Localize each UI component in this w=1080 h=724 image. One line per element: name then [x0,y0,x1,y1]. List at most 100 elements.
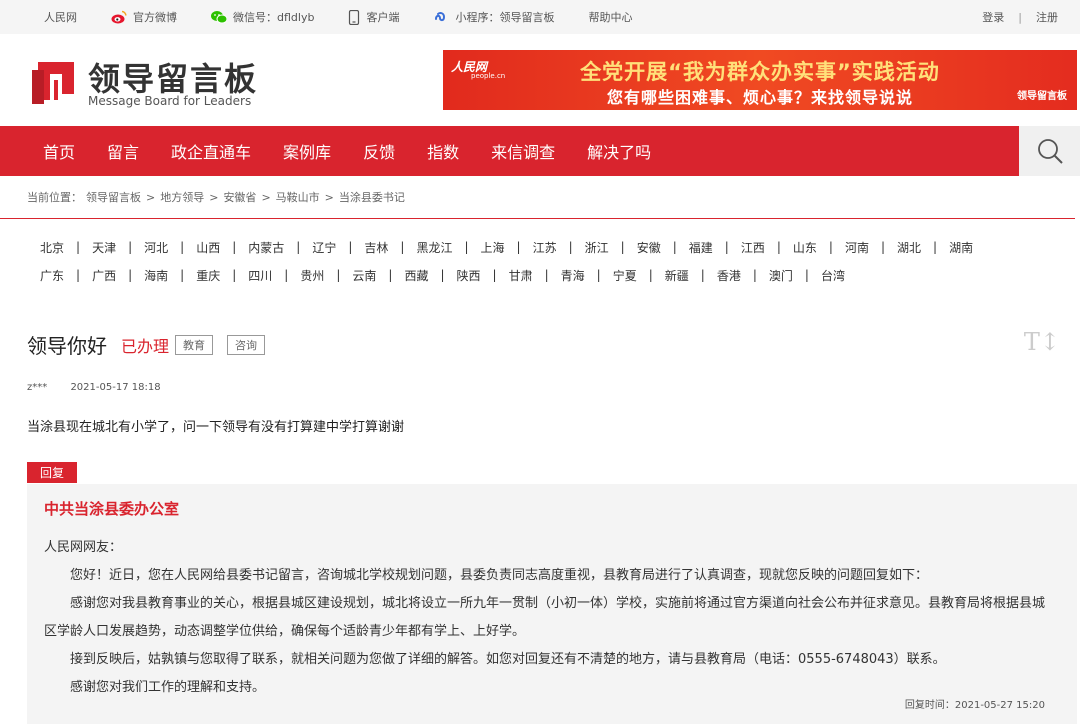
region-link[interactable]: 新疆 [665,267,689,284]
link-miniprogram[interactable]: 小程序：领导留言板 [433,9,554,25]
region-link[interactable]: 湖南 [949,239,973,256]
breadcrumb-separator: > [324,190,334,204]
region-link[interactable]: 海南 [144,267,168,284]
region-link[interactable]: 辽宁 [312,239,336,256]
region-separator: | [828,240,833,254]
link-people[interactable]: 人民网 [44,9,77,25]
nav-item-solved[interactable]: 解决了吗 [571,139,667,163]
region-separator: | [76,240,81,254]
region-link[interactable]: 贵州 [300,267,324,284]
region-link[interactable]: 香港 [717,267,741,284]
region-link[interactable]: 青海 [561,267,585,284]
phone-icon [349,9,360,25]
region-link[interactable]: 江苏 [533,239,557,256]
region-link[interactable]: 甘肃 [509,267,533,284]
region-row: 广东 | 广西 | 海南 | 重庆 | 四川 | 贵州 | 云南 | 西藏 | 陕西 | 甘肃 | 青海 | 宁夏 | 新疆 | 香… [40,261,1080,289]
weibo-icon [111,10,127,24]
nav-item-message[interactable]: 留言 [91,139,155,163]
question-header: 领导你好 已办理 教育 咨询 [27,330,266,359]
breadcrumb-item-current[interactable]: 当涂县委书记 [339,189,405,205]
font-size-toggle-icon[interactable]: T↕ [1024,328,1060,356]
link-weibo[interactable]: 官方微博 [111,9,177,25]
region-link[interactable]: 广东 [40,267,64,284]
auth-separator: | [1018,10,1022,24]
auth-links: 登录 | 注册 [982,0,1058,34]
nav-item-feedback[interactable]: 反馈 [347,139,411,163]
tag-education[interactable]: 教育 [175,334,214,355]
region-link[interactable]: 安徽 [637,239,661,256]
region-separator: | [672,240,677,254]
nav-item-cases[interactable]: 案例库 [267,139,347,163]
region-link[interactable]: 台湾 [821,267,845,284]
region-link[interactable]: 吉林 [364,239,388,256]
region-link[interactable]: 上海 [481,239,505,256]
reply-badge: 回复 [27,462,78,483]
breadcrumb-item[interactable]: 领导留言板 [86,189,141,205]
region-link[interactable]: 陕西 [457,267,481,284]
header: 领导留言板 Message Board for Leaders 人民网 peop… [0,34,1080,126]
search-button[interactable] [1019,126,1080,176]
region-link[interactable]: 河北 [144,239,168,256]
nav-item-enterprise[interactable]: 政企直通车 [155,139,267,163]
link-wechat[interactable]: 微信号：dfldlyb [211,9,314,25]
main-nav: 首页 留言 政企直通车 案例库 反馈 指数 来信调查 解决了吗 [0,126,1080,176]
link-label: 小程序：领导留言板 [455,11,555,24]
region-link[interactable]: 福建 [689,239,713,256]
logo-mark-icon [32,62,74,104]
region-list: 北京 | 天津 | 河北 | 山西 | 内蒙古 | 辽宁 | 吉林 | 黑龙江 | 上海 | 江苏 | 浙江 | 安徽 | 福建… [0,219,1080,289]
site-logo[interactable]: 领导留言板 Message Board for Leaders [28,52,268,112]
link-label: 微信号：dfldlyb [233,11,315,24]
breadcrumb-item[interactable]: 地方领导 [160,189,204,205]
nav-item-index[interactable]: 指数 [411,139,475,163]
question-body: 当涂县现在城北有小学了，问一下领导有没有打算建中学打算谢谢 [27,420,405,435]
reply-paragraph: 接到反映后，姑孰镇与您取得了联系，就相关问题为您做了详细的解答。如您对回复还有不… [70,652,946,667]
region-link[interactable]: 西藏 [404,267,428,284]
nav-items: 首页 留言 政企直通车 案例库 反馈 指数 来信调查 解决了吗 [27,126,667,176]
tag-consult[interactable]: 咨询 [227,334,266,355]
region-separator: | [348,240,353,254]
reply-time: 回复时间：2021-05-27 15:20 [904,700,1045,711]
region-link[interactable]: 云南 [352,267,376,284]
region-link[interactable]: 黑龙江 [416,239,452,256]
region-separator: | [568,240,573,254]
breadcrumb-separator: > [209,190,219,204]
region-separator: | [544,268,549,282]
region-link[interactable]: 内蒙古 [248,239,284,256]
region-link[interactable]: 山东 [793,239,817,256]
region-link[interactable]: 广西 [92,267,116,284]
reply-box: 中共当涂县委办公室 人民网网友： 您好！近日，您在人民网给县委书记留言，咨询城北… [27,484,1077,724]
breadcrumb-item[interactable]: 安徽省 [223,189,256,205]
region-link[interactable]: 澳门 [769,267,793,284]
region-separator: | [388,268,393,282]
breadcrumb-separator: > [261,190,271,204]
nav-item-home[interactable]: 首页 [27,139,91,163]
question-meta: z*** 2021-05-17 18:18 [27,382,161,393]
reply-greeting: 人民网网友： [44,540,123,555]
region-link[interactable]: 浙江 [585,239,609,256]
region-separator: | [492,268,497,282]
region-separator: | [440,268,445,282]
banner-logo: 领导留言板 [1017,91,1067,102]
region-separator: | [296,240,301,254]
region-link[interactable]: 北京 [40,239,64,256]
nav-item-survey[interactable]: 来信调查 [475,139,571,163]
region-link[interactable]: 四川 [248,267,272,284]
breadcrumb-item[interactable]: 马鞍山市 [276,189,320,205]
region-separator: | [180,240,185,254]
register-link[interactable]: 注册 [1036,9,1058,25]
link-label: 帮助中心 [588,11,633,24]
region-link[interactable]: 江西 [741,239,765,256]
link-app[interactable]: 客户端 [348,9,399,25]
region-link[interactable]: 山西 [196,239,220,256]
link-help[interactable]: 帮助中心 [588,9,632,25]
campaign-banner[interactable]: 人民网 people.cn 全党开展“我为群众办实事”实践活动 您有哪些困难事、… [443,50,1077,110]
reply-paragraph: 您好！近日，您在人民网给县委书记留言，咨询城北学校规划问题，县委负责同志高度重视… [70,568,929,583]
region-link[interactable]: 宁夏 [613,267,637,284]
region-link[interactable]: 河南 [845,239,869,256]
login-link[interactable]: 登录 [982,9,1004,25]
question-time: 2021-05-17 18:18 [70,382,161,393]
breadcrumb-label: 当前位置： [27,191,82,204]
region-link[interactable]: 天津 [92,239,116,256]
region-link[interactable]: 重庆 [196,267,220,284]
region-link[interactable]: 湖北 [897,239,921,256]
